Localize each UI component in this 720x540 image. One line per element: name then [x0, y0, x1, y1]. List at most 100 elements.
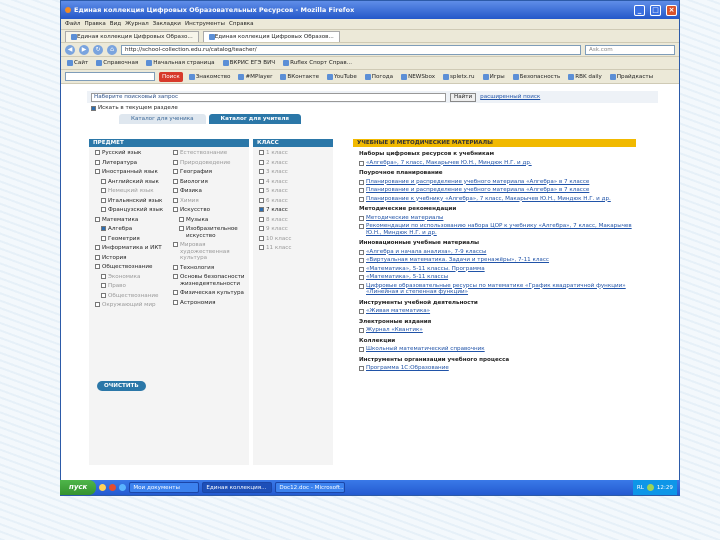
reload-icon[interactable]: ↻: [93, 44, 103, 55]
material-link[interactable]: Планирование и распределение учебного ма…: [366, 179, 589, 186]
subject-checkbox[interactable]: [101, 226, 106, 231]
subject-checkbox[interactable]: [95, 216, 100, 222]
maximize-button[interactable]: □: [650, 4, 661, 16]
material-item[interactable]: «Виртуальная математика. Задачи и тренаж…: [359, 257, 636, 264]
tab-2[interactable]: Единая коллекция Цифровых Образов...: [202, 30, 340, 42]
subject-item[interactable]: Окружающий мир: [95, 302, 167, 309]
material-checkbox[interactable]: [359, 224, 364, 229]
material-checkbox[interactable]: [359, 347, 364, 352]
subject-item[interactable]: Итальянский язык: [101, 197, 167, 205]
material-link[interactable]: Журнал «Квантик»: [366, 327, 423, 334]
subject-checkbox[interactable]: [101, 292, 106, 298]
subject-checkbox[interactable]: [95, 159, 100, 165]
menu-item[interactable]: Журнал: [125, 21, 149, 27]
subject-item[interactable]: Астрономия: [173, 299, 247, 307]
close-button[interactable]: ×: [666, 4, 677, 16]
subject-item[interactable]: География: [173, 169, 247, 176]
material-checkbox[interactable]: [359, 188, 364, 193]
clear-button[interactable]: ОЧИСТИТЬ: [97, 381, 146, 391]
material-item[interactable]: Планирование к учебнику «Алгебра», 7 кла…: [359, 196, 636, 203]
subject-item[interactable]: Изобразительное искусство: [179, 226, 247, 239]
class-checkbox[interactable]: [259, 226, 264, 231]
class-item[interactable]: 11 класс: [259, 245, 333, 252]
material-item[interactable]: Методические материалы: [359, 215, 636, 222]
class-checkbox[interactable]: [259, 188, 264, 193]
material-checkbox[interactable]: [359, 258, 364, 263]
subject-checkbox[interactable]: [101, 273, 106, 279]
subject-item[interactable]: Физическая культура: [173, 290, 247, 297]
class-item[interactable]: 10 класс: [259, 235, 333, 243]
subject-item[interactable]: Английский язык: [101, 178, 167, 186]
toolbar-item[interactable]: #MPlayer: [236, 73, 274, 80]
quicklaunch-icon[interactable]: [99, 484, 107, 491]
class-checkbox[interactable]: [259, 178, 264, 184]
subject-item[interactable]: Русский язык: [95, 150, 167, 157]
subject-item[interactable]: Музыка: [179, 216, 247, 224]
material-item[interactable]: «Математика», 5-11 классы: [359, 274, 636, 281]
material-link[interactable]: «Математика», 5-11 классы. Программа: [366, 266, 485, 273]
material-checkbox[interactable]: [359, 266, 364, 272]
material-item[interactable]: «Живая математика»: [359, 308, 636, 315]
material-item[interactable]: Журнал «Квантик»: [359, 327, 636, 334]
toolbar-item[interactable]: ВКонтакте: [278, 73, 321, 80]
minimize-button[interactable]: _: [634, 4, 645, 16]
subject-item[interactable]: Естествознание: [173, 150, 247, 157]
toolbar-item[interactable]: Игры: [481, 73, 507, 80]
class-item[interactable]: 8 класс: [259, 216, 333, 224]
class-item[interactable]: 2 класс: [259, 159, 333, 167]
subject-item[interactable]: Технология: [173, 264, 247, 272]
toolbar-item[interactable]: RBK daily: [566, 73, 604, 80]
subject-checkbox[interactable]: [173, 150, 178, 155]
subject-checkbox[interactable]: [95, 245, 100, 250]
material-checkbox[interactable]: [359, 215, 364, 221]
material-checkbox[interactable]: [359, 275, 364, 280]
menu-item[interactable]: Вид: [110, 21, 121, 27]
subject-checkbox[interactable]: [95, 169, 100, 174]
material-link[interactable]: Рекомендации по использованию набора ЦОР…: [366, 223, 636, 236]
material-checkbox[interactable]: [359, 366, 364, 371]
menu-item[interactable]: Инструменты: [185, 21, 225, 27]
class-item[interactable]: 5 класс: [259, 188, 333, 195]
material-checkbox[interactable]: [359, 196, 364, 202]
back-icon[interactable]: ◀: [65, 44, 75, 55]
subject-checkbox[interactable]: [95, 302, 100, 307]
material-item[interactable]: Планирование и распределение учебного ма…: [359, 179, 636, 186]
subject-item[interactable]: Природоведение: [173, 159, 247, 167]
tab-1[interactable]: Единая коллекция Цифровых Образо...: [65, 30, 199, 42]
subject-item[interactable]: Искусство: [173, 207, 247, 214]
start-button[interactable]: пуск: [60, 480, 97, 495]
subject-item[interactable]: Обществознание: [95, 264, 167, 271]
subject-checkbox[interactable]: [173, 188, 178, 193]
taskbar-item-firefox[interactable]: Единая коллекция...: [202, 482, 273, 493]
class-checkbox[interactable]: [259, 235, 264, 241]
subject-checkbox[interactable]: [179, 226, 184, 231]
class-item[interactable]: 1 класс: [259, 150, 333, 157]
subject-item[interactable]: Физика: [173, 188, 247, 195]
tab-student-catalog[interactable]: Каталог для ученика: [119, 114, 206, 124]
class-item[interactable]: 7 класс: [259, 207, 333, 214]
material-checkbox[interactable]: [359, 328, 364, 333]
subject-checkbox[interactable]: [95, 254, 100, 260]
bookmark-item[interactable]: Начальная страница: [144, 60, 216, 66]
material-checkbox[interactable]: [359, 160, 364, 166]
subject-item[interactable]: Экономика: [101, 273, 167, 281]
material-link[interactable]: «Живая математика»: [366, 308, 430, 315]
toolbar-item[interactable]: Прайдкасты: [608, 73, 655, 80]
class-item[interactable]: 3 класс: [259, 169, 333, 176]
material-item[interactable]: Планирование и распределение учебного ма…: [359, 187, 636, 194]
bookmark-item[interactable]: Сайт: [65, 60, 90, 66]
material-link[interactable]: Программа 1С:Образование: [366, 365, 449, 372]
material-checkbox[interactable]: [359, 249, 364, 255]
toolbar-item[interactable]: Знакомство: [187, 73, 233, 80]
subject-checkbox[interactable]: [101, 283, 106, 288]
subject-checkbox[interactable]: [101, 197, 106, 203]
subject-checkbox[interactable]: [173, 299, 178, 305]
subject-checkbox[interactable]: [173, 169, 178, 174]
tray-icon[interactable]: [646, 484, 654, 491]
bookmark-item[interactable]: Справочная: [94, 60, 140, 66]
material-item[interactable]: «Алгебра и начала анализа», 7-9 классы: [359, 249, 636, 256]
quicklaunch-icon[interactable]: [109, 484, 117, 491]
material-item[interactable]: Программа 1С:Образование: [359, 365, 636, 372]
url-field[interactable]: http://school-collection.edu.ru/catalog/…: [121, 44, 581, 55]
class-item[interactable]: 9 класс: [259, 226, 333, 233]
